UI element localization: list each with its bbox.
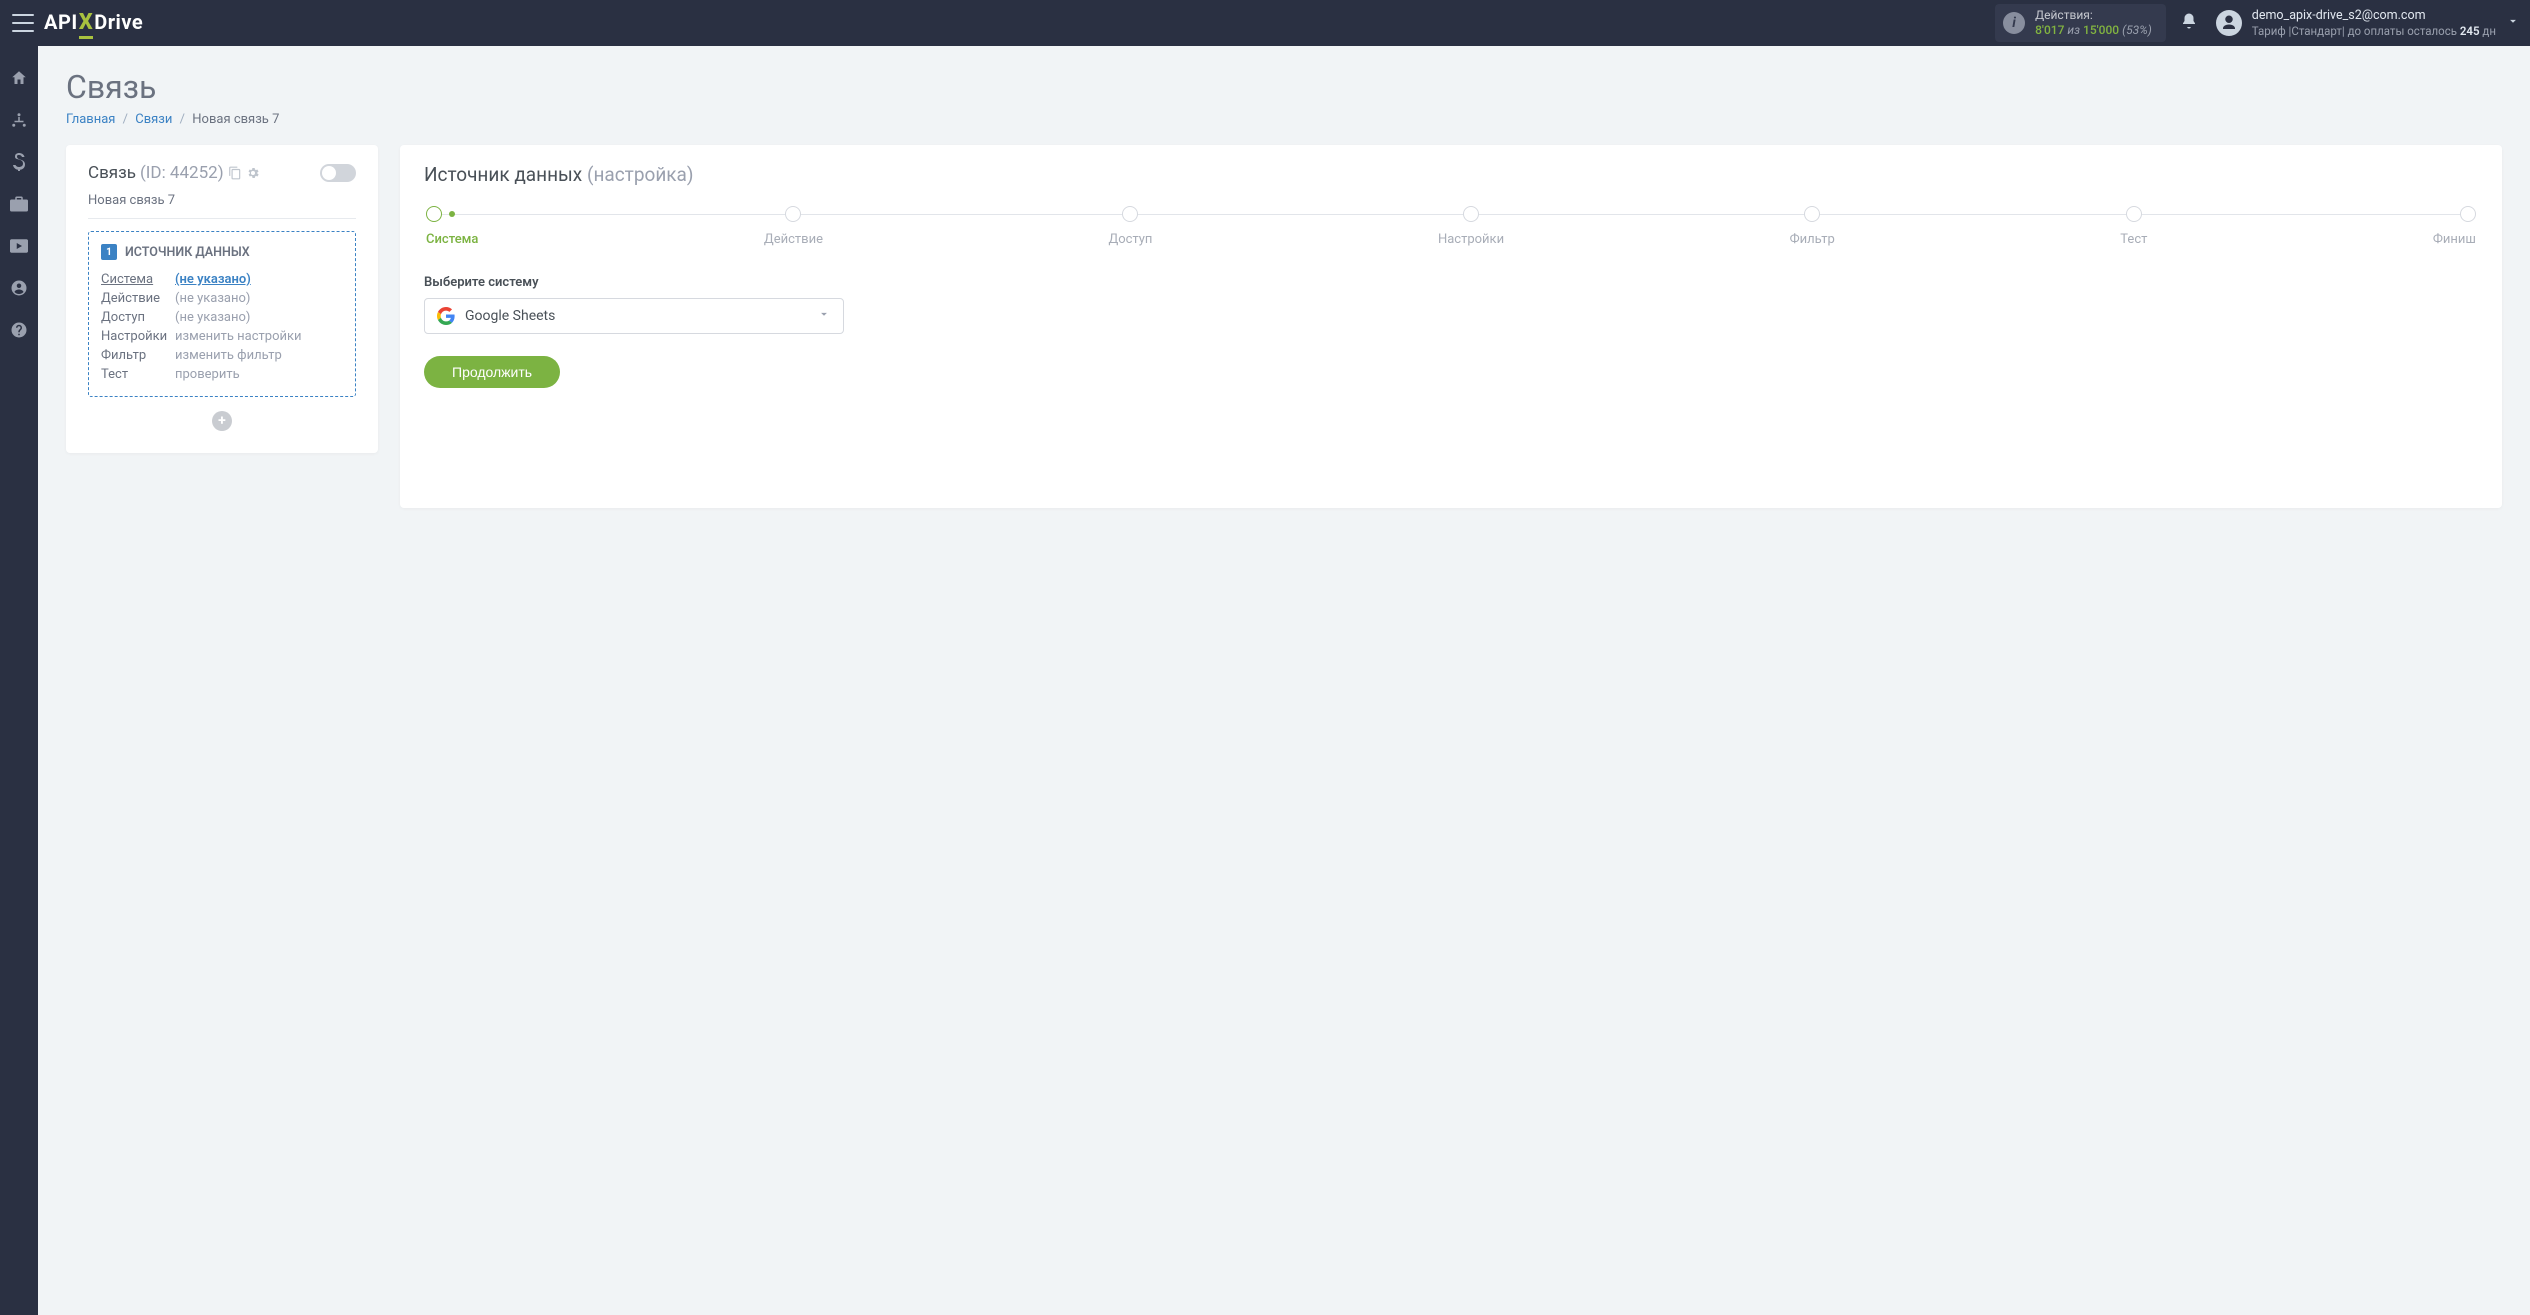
actions-label: Действия: bbox=[2035, 8, 2152, 23]
sidebar-connections-icon[interactable] bbox=[5, 108, 33, 132]
system-select-value: Google Sheets bbox=[465, 308, 555, 324]
info-icon: i bbox=[2003, 12, 2025, 34]
chevron-down-icon bbox=[2506, 14, 2520, 32]
sidebar-help-icon[interactable] bbox=[5, 318, 33, 342]
step-filter[interactable]: Фильтр bbox=[1790, 206, 1835, 247]
user-plan: Тариф |Стандарт| до оплаты осталось 245 … bbox=[2252, 24, 2496, 38]
step-settings[interactable]: Настройки bbox=[1438, 206, 1504, 247]
data-source-box: 1 ИСТОЧНИК ДАННЫХ Система (не указано) Д… bbox=[88, 231, 356, 397]
step-test[interactable]: Тест bbox=[2120, 206, 2147, 247]
user-email: demo_apix-drive_s2@com.com bbox=[2252, 8, 2496, 24]
add-step-button[interactable]: + bbox=[212, 411, 232, 431]
setup-panel: Источник данных (настройка) Система Дейс… bbox=[400, 145, 2502, 508]
step-action[interactable]: Действие bbox=[764, 206, 823, 247]
sidebar-user-icon[interactable] bbox=[5, 276, 33, 300]
chevron-down-icon bbox=[817, 307, 831, 325]
step-access[interactable]: Доступ bbox=[1108, 206, 1152, 247]
box-title-text: ИСТОЧНИК ДАННЫХ bbox=[125, 245, 250, 260]
breadcrumb-home[interactable]: Главная bbox=[66, 112, 115, 127]
continue-button[interactable]: Продолжить bbox=[424, 356, 560, 388]
row-settings-value[interactable]: изменить настройки bbox=[175, 327, 343, 346]
copy-icon[interactable] bbox=[228, 166, 242, 180]
breadcrumb-links[interactable]: Связи bbox=[135, 112, 172, 127]
notifications-button[interactable] bbox=[2180, 12, 2198, 34]
connection-toggle[interactable] bbox=[320, 164, 356, 182]
user-menu[interactable]: demo_apix-drive_s2@com.com Тариф |Станда… bbox=[2216, 8, 2520, 38]
step-system[interactable]: Система bbox=[426, 206, 478, 247]
row-action-label: Действие bbox=[101, 289, 175, 308]
breadcrumb-current: Новая связь 7 bbox=[192, 112, 279, 127]
row-access-value: (не указано) bbox=[175, 308, 343, 327]
select-label: Выберите систему bbox=[424, 275, 2478, 290]
row-filter-label: Фильтр bbox=[101, 346, 175, 365]
gear-icon[interactable] bbox=[246, 166, 260, 180]
topbar: APIXDrive i Действия: 8'017 из 15'000 (5… bbox=[0, 0, 2530, 46]
sidebar-home-icon[interactable] bbox=[5, 66, 33, 90]
sidebar-briefcase-icon[interactable] bbox=[5, 192, 33, 216]
sidebar-video-icon[interactable] bbox=[5, 234, 33, 258]
row-settings-label: Настройки bbox=[101, 327, 175, 346]
sidebar bbox=[0, 46, 38, 1315]
main-content: Связь Главная / Связи / Новая связь 7 Св… bbox=[38, 46, 2530, 1315]
google-icon bbox=[437, 307, 455, 325]
row-test-label: Тест bbox=[101, 365, 175, 384]
row-access-label: Доступ bbox=[101, 308, 175, 327]
connection-summary-panel: Связь (ID: 44252) Новая связь 7 1 ИСТОЧН… bbox=[66, 145, 378, 453]
stepper: Система Действие Доступ Настройки Фильтр… bbox=[426, 206, 2476, 247]
row-system-value[interactable]: (не указано) bbox=[175, 272, 251, 287]
summary-id: (ID: 44252) bbox=[140, 163, 224, 183]
summary-title: Связь bbox=[88, 163, 136, 183]
connection-name: Новая связь 7 bbox=[88, 193, 356, 219]
step-finish[interactable]: Финиш bbox=[2433, 206, 2476, 247]
step-number-badge: 1 bbox=[101, 244, 117, 260]
actions-counter[interactable]: i Действия: 8'017 из 15'000 (53%) bbox=[1995, 4, 2166, 42]
setup-title: Источник данных bbox=[424, 163, 582, 186]
breadcrumb: Главная / Связи / Новая связь 7 bbox=[66, 112, 2502, 127]
row-action-value: (не указано) bbox=[175, 289, 343, 308]
row-system-label[interactable]: Система bbox=[101, 270, 175, 289]
row-test-value[interactable]: проверить bbox=[175, 365, 343, 384]
avatar-icon bbox=[2216, 10, 2242, 36]
system-select[interactable]: Google Sheets bbox=[424, 298, 844, 334]
menu-toggle-button[interactable] bbox=[8, 8, 38, 38]
page-title: Связь bbox=[66, 68, 2502, 106]
row-filter-value[interactable]: изменить фильтр bbox=[175, 346, 343, 365]
setup-subtitle: (настройка) bbox=[587, 163, 694, 186]
sidebar-billing-icon[interactable] bbox=[5, 150, 33, 174]
logo[interactable]: APIXDrive bbox=[44, 10, 143, 37]
